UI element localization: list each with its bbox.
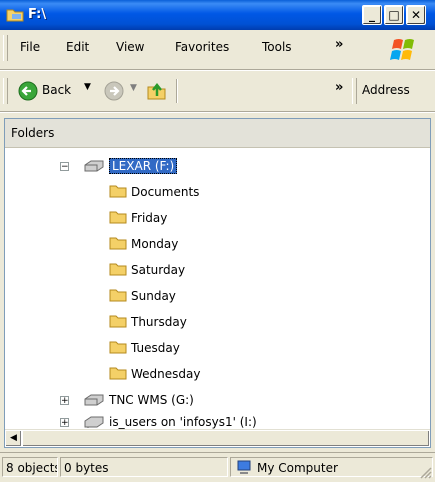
tree-label: Thursday <box>131 315 187 329</box>
scroll-thumb[interactable] <box>22 430 430 447</box>
tree-label: Monday <box>131 237 179 251</box>
status-location-label: My Computer <box>257 461 338 475</box>
toolbar-separator <box>176 79 178 103</box>
expand-toggle[interactable]: + <box>60 418 69 428</box>
forward-dropdown-icon[interactable]: ▼ <box>130 83 137 93</box>
back-label: Back <box>42 83 72 97</box>
folder-icon <box>109 315 127 328</box>
maximize-button[interactable]: □ <box>384 5 404 25</box>
folders-pane: Folders − LEXAR (F:) Documents Friday Mo… <box>4 118 431 448</box>
status-size: 0 bytes <box>60 457 228 477</box>
folder-icon <box>109 237 127 250</box>
tree-item-folder[interactable]: Sunday <box>109 285 176 307</box>
tree-item-folder[interactable]: Tuesday <box>109 337 180 359</box>
toolbar-more-chevron[interactable]: » <box>335 80 343 95</box>
expand-toggle[interactable]: + <box>60 396 69 406</box>
back-dropdown-icon[interactable]: ▼ <box>84 82 91 92</box>
tree-label: Documents <box>131 185 200 199</box>
tree-label: Friday <box>131 211 168 225</box>
menu-file[interactable]: File <box>20 40 40 54</box>
status-location: My Computer <box>230 457 433 477</box>
folder-tree: − LEXAR (F:) Documents Friday Monday Sat… <box>5 147 430 429</box>
tree-item-lexar[interactable]: LEXAR (F:) <box>83 155 178 177</box>
resize-grip-icon[interactable] <box>419 466 433 480</box>
tree-label: Wednesday <box>131 367 201 381</box>
folder-icon <box>6 9 24 22</box>
minimize-button[interactable]: _ <box>362 5 382 25</box>
close-button[interactable]: ✕ <box>406 5 426 25</box>
tree-item-folder[interactable]: Documents <box>109 181 199 203</box>
drive-icon <box>84 160 104 172</box>
status-object-count: 8 objects <box>2 457 58 477</box>
windows-logo-icon <box>382 34 427 66</box>
back-arrow-icon <box>18 81 38 101</box>
address-label[interactable]: Address <box>362 83 410 97</box>
folder-icon <box>109 263 127 276</box>
folder-icon <box>109 211 127 224</box>
menu-edit[interactable]: Edit <box>66 40 89 54</box>
folder-icon <box>109 341 127 354</box>
scroll-left-button[interactable]: ◀ <box>5 430 22 447</box>
up-folder-icon[interactable] <box>146 80 168 102</box>
tree-label: TNC WMS (G:) <box>109 393 194 407</box>
folder-icon <box>109 367 127 380</box>
address-grip[interactable] <box>352 78 357 104</box>
tree-label: Tuesday <box>131 341 180 355</box>
folder-icon <box>109 289 127 302</box>
tree-label: Sunday <box>131 289 176 303</box>
status-bar: 8 objects 0 bytes My Computer <box>0 452 435 482</box>
drive-icon <box>84 394 104 406</box>
standard-toolbar: Back ▼ ▼ » Address <box>0 71 435 113</box>
menu-bar: File Edit View Favorites Tools » <box>0 30 435 71</box>
tree-label: Saturday <box>131 263 186 277</box>
tree-item-folder[interactable]: Wednesday <box>109 363 200 385</box>
menu-tools[interactable]: Tools <box>262 40 292 54</box>
forward-arrow-icon[interactable] <box>104 81 124 101</box>
window-title: F:\ <box>28 7 47 22</box>
horizontal-scrollbar[interactable]: ◀ <box>5 429 430 447</box>
menu-favorites[interactable]: Favorites <box>175 40 229 54</box>
tree-item-folder[interactable]: Monday <box>109 233 178 255</box>
tree-item-folder[interactable]: Thursday <box>109 311 187 333</box>
folder-icon <box>109 185 127 198</box>
tree-item-folder[interactable]: Saturday <box>109 259 185 281</box>
title-bar[interactable]: F:\ _ □ ✕ <box>0 0 435 30</box>
tree-label: is_users on 'infosys1' (I:) <box>109 415 257 429</box>
menu-grip[interactable] <box>3 35 8 61</box>
menu-view[interactable]: View <box>116 40 144 54</box>
network-drive-icon <box>84 416 104 428</box>
folders-pane-header: Folders <box>5 119 430 148</box>
menu-more-chevron[interactable]: » <box>335 37 343 52</box>
explorer-window: F:\ _ □ ✕ File Edit View Favorites Tools… <box>0 0 435 482</box>
folders-pane-title: Folders <box>11 126 55 140</box>
tree-label: LEXAR (F:) <box>109 158 178 174</box>
computer-icon <box>237 460 251 474</box>
toolbar-grip[interactable] <box>3 78 8 104</box>
collapse-toggle[interactable]: − <box>60 162 69 172</box>
tree-item-folder[interactable]: Friday <box>109 207 167 229</box>
tree-item-tnc-wms[interactable]: TNC WMS (G:) <box>83 389 194 411</box>
